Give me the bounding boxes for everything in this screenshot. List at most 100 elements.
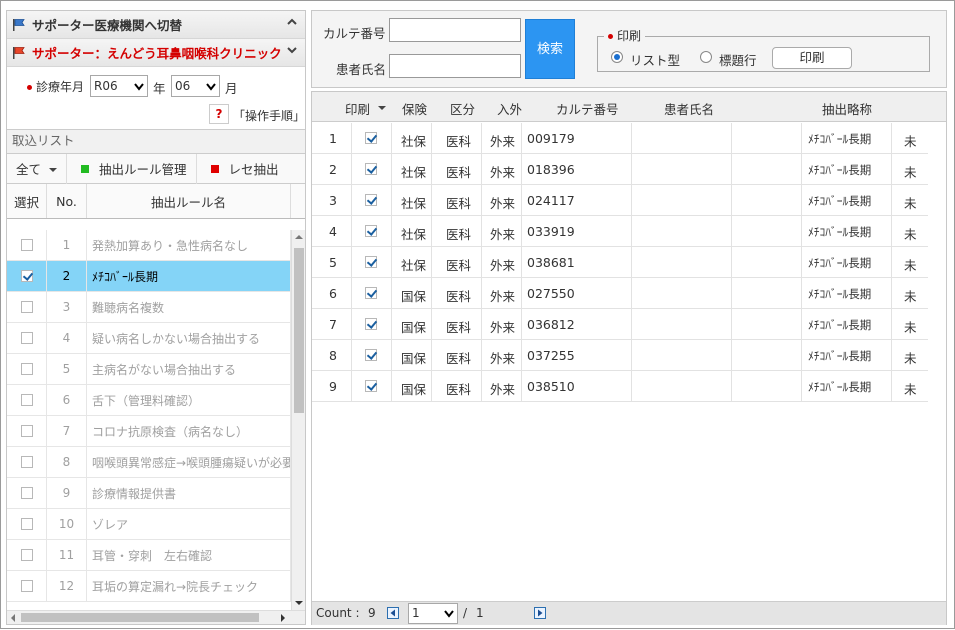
rule-list-vscrollbar[interactable]	[291, 230, 305, 610]
scroll-down-icon[interactable]	[295, 600, 303, 606]
col-rule-name[interactable]: 抽出ルール名	[87, 184, 291, 218]
rule-row[interactable]: 12 耳垢の算定漏れ→院長チェック	[7, 571, 291, 602]
insurance-cell: 国保	[401, 382, 427, 397]
col-category[interactable]: 区分	[450, 99, 475, 118]
col-inout[interactable]: 入外	[497, 99, 522, 118]
print-checkbox[interactable]	[365, 132, 377, 144]
col-insurance[interactable]: 保険	[402, 99, 427, 118]
extract-cell: ﾒﾁｺﾊﾞｰﾙ長期	[808, 349, 872, 363]
print-checkbox[interactable]	[365, 194, 377, 206]
caret-down-icon[interactable]	[378, 105, 386, 111]
rule-checkbox[interactable]	[20, 270, 33, 282]
rule-no: 7	[47, 416, 87, 446]
print-checkbox[interactable]	[365, 380, 377, 392]
result-row[interactable]: 8 国保 医科 外来 037255 ﾒﾁｺﾊﾞｰﾙ長期 未	[312, 340, 928, 371]
cell-divider	[521, 123, 522, 154]
result-grid-header: 印刷 保険 区分 入外 カルテ番号 患者氏名 抽出略称	[312, 92, 946, 122]
rule-row[interactable]: 9 診療情報提供書	[7, 478, 291, 509]
col-extract-short[interactable]: 抽出略称	[822, 99, 872, 118]
extract-cell: ﾒﾁｺﾊﾞｰﾙ長期	[808, 318, 872, 332]
filter-all-dropdown[interactable]: 全て	[7, 153, 68, 184]
rule-row[interactable]: 6 舌下（管理料確認）	[7, 385, 291, 416]
patient-input[interactable]	[389, 54, 521, 78]
search-button[interactable]: 検索	[525, 19, 575, 79]
rule-checkbox[interactable]	[20, 549, 33, 561]
col-no[interactable]: No.	[47, 184, 87, 218]
app-frame: サポーター医療機関へ切替 サポーター：えんどう耳鼻咽喉科クリニック 診療年月 R…	[0, 0, 955, 629]
rule-row[interactable]: 3 難聴病名複数	[7, 292, 291, 323]
inout-cell: 外来	[490, 134, 516, 149]
cell-divider	[731, 278, 732, 309]
rule-row[interactable]: 7 コロナ抗原検査（病名なし）	[7, 416, 291, 447]
scroll-up-icon[interactable]	[295, 234, 303, 240]
rule-row[interactable]: 8 咽喉頭異常感症→喉頭腫瘍疑いが必要	[7, 447, 291, 478]
year-suffix: 年	[153, 81, 166, 96]
rule-row[interactable]: 2 ﾒﾁｺﾊﾞｰﾙ長期	[7, 261, 291, 292]
list-type-radio[interactable]	[611, 51, 623, 63]
prev-page-icon[interactable]	[387, 607, 399, 619]
rece-extract-button[interactable]: レセ抽出	[197, 154, 288, 184]
hscroll-thumb[interactable]	[21, 613, 259, 622]
rule-row[interactable]: 5 主病名がない場合抽出する	[7, 354, 291, 385]
print-checkbox[interactable]	[365, 287, 377, 299]
rule-list-hscrollbar[interactable]	[7, 610, 305, 624]
result-row[interactable]: 2 社保 医科 外来 018396 ﾒﾁｺﾊﾞｰﾙ長期 未	[312, 154, 928, 185]
result-row[interactable]: 7 国保 医科 外来 036812 ﾒﾁｺﾊﾞｰﾙ長期 未	[312, 309, 928, 340]
col-karte-no[interactable]: カルテ番号	[556, 99, 619, 118]
col-print[interactable]: 印刷	[345, 99, 370, 118]
era-select[interactable]: R06	[90, 75, 148, 97]
print-checkbox[interactable]	[365, 256, 377, 268]
scroll-left-icon[interactable]	[10, 614, 16, 622]
result-row[interactable]: 9 国保 医科 外来 038510 ﾒﾁｺﾊﾞｰﾙ長期 未	[312, 371, 928, 402]
supporter-switch-header[interactable]: サポーター医療機関へ切替	[7, 11, 305, 39]
col-select[interactable]: 選択	[7, 184, 47, 218]
cell-divider	[631, 309, 632, 340]
required-dot	[27, 85, 32, 90]
print-checkbox[interactable]	[365, 163, 377, 175]
rule-checkbox[interactable]	[20, 332, 33, 344]
chevron-up-icon[interactable]	[287, 18, 297, 29]
result-row[interactable]: 1 社保 医科 外来 009179 ﾒﾁｺﾊﾞｰﾙ長期 未	[312, 123, 928, 154]
supporter-current-header[interactable]: サポーター：えんどう耳鼻咽喉科クリニック	[7, 39, 305, 67]
print-button[interactable]: 印刷	[772, 47, 852, 69]
rule-row[interactable]: 1 発熱加算あり・急性病名なし	[7, 230, 291, 261]
month-select[interactable]: 06	[171, 75, 220, 97]
rule-checkbox[interactable]	[20, 239, 33, 251]
rule-checkbox[interactable]	[20, 518, 33, 530]
vscroll-thumb[interactable]	[294, 248, 304, 413]
scroll-right-icon[interactable]	[280, 614, 286, 622]
rule-row[interactable]: 4 疑い病名しかない場合抽出する	[7, 323, 291, 354]
import-list-header[interactable]: 取込リスト	[7, 130, 305, 154]
rule-checkbox[interactable]	[20, 456, 33, 468]
chevron-down-icon[interactable]	[287, 46, 297, 57]
result-row[interactable]: 3 社保 医科 外来 024117 ﾒﾁｺﾊﾞｰﾙ長期 未	[312, 185, 928, 216]
result-row[interactable]: 4 社保 医科 外来 033919 ﾒﾁｺﾊﾞｰﾙ長期 未	[312, 216, 928, 247]
print-checkbox[interactable]	[365, 318, 377, 330]
cell-divider	[801, 216, 802, 247]
rule-row[interactable]: 10 ゾレア	[7, 509, 291, 540]
category-cell: 医科	[446, 258, 472, 273]
karte-input[interactable]	[389, 18, 521, 42]
rule-row[interactable]: 11 耳管・穿刺 左右確認	[7, 540, 291, 571]
rule-manage-button[interactable]: 抽出ルール管理	[67, 153, 197, 184]
print-checkbox[interactable]	[365, 349, 377, 361]
next-page-icon[interactable]	[534, 607, 546, 619]
rule-checkbox[interactable]	[20, 425, 33, 437]
cell-divider	[391, 340, 392, 371]
help-icon[interactable]: ?	[209, 104, 229, 124]
rule-checkbox[interactable]	[20, 394, 33, 406]
page-select[interactable]: 1	[408, 603, 458, 624]
rule-checkbox[interactable]	[20, 301, 33, 313]
cell-divider	[731, 247, 732, 278]
result-row[interactable]: 5 社保 医科 外来 038681 ﾒﾁｺﾊﾞｰﾙ長期 未	[312, 247, 928, 278]
manual-link[interactable]: 「操作手順」	[233, 107, 305, 124]
rule-checkbox[interactable]	[20, 487, 33, 499]
print-checkbox[interactable]	[365, 225, 377, 237]
title-type-radio[interactable]	[700, 51, 712, 63]
rule-select-cell	[7, 571, 47, 601]
rule-checkbox[interactable]	[20, 580, 33, 592]
rule-select-cell	[7, 261, 47, 291]
col-patient-name[interactable]: 患者氏名	[664, 99, 714, 118]
rule-checkbox[interactable]	[20, 363, 33, 375]
result-row[interactable]: 6 国保 医科 外来 027550 ﾒﾁｺﾊﾞｰﾙ長期 未	[312, 278, 928, 309]
